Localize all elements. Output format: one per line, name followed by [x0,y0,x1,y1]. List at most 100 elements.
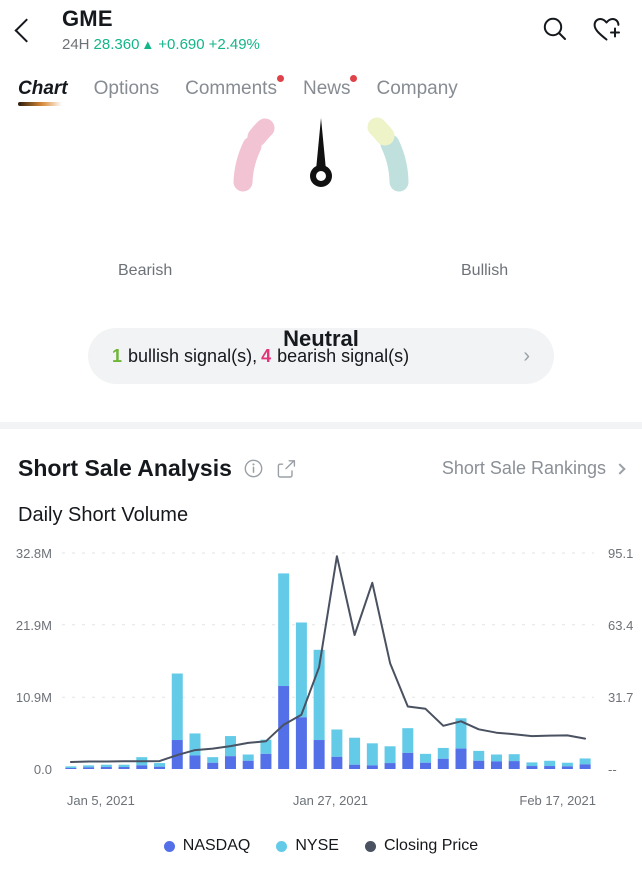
y-axis-left-tick: 32.8M [16,546,52,561]
gauge-arcs [233,117,409,192]
bar-segment-nasdaq [455,748,467,769]
bar-segment-nasdaq [260,753,272,769]
bar-segment-nyse [154,763,166,767]
x-tick-label: Jan 5, 2021 [66,793,135,808]
bar-segment-nasdaq [207,762,219,769]
short-sale-header: Short Sale Analysis Short Sale Rankings [0,429,642,482]
bar-segment-nasdaq [224,756,236,769]
bar-segment-nasdaq [402,752,414,769]
quote-change: +0.690 [158,36,205,53]
tab-chart[interactable]: Chart [18,78,68,106]
bar-segment-nasdaq [437,758,449,769]
closing-price-line [69,555,587,763]
quote-change-percent: +2.49% [208,36,260,53]
search-icon [543,17,566,40]
y-axis-right-tick: 31.7 [608,690,633,705]
chevron-left-icon [14,17,39,43]
bar-segment-nasdaq [331,756,343,769]
daily-short-volume-chart[interactable]: 32.8M 95.1 21.9M 63.4 10.9M 31.7 0.0 -- [0,541,642,791]
bar-segment-nasdaq [349,764,361,769]
bar-segment-nyse [561,762,573,767]
bar-segment-nyse [544,760,556,767]
bar-segment-nyse [526,762,538,767]
quote-period: 24H [62,36,90,53]
bar-segment-nasdaq [313,740,325,769]
gauge-bearish-label: Bearish [118,262,173,279]
bar-segment-nasdaq [420,762,432,769]
tab-company-label: Company [376,78,458,99]
notification-dot-icon [276,75,284,82]
heart-plus-icon [593,18,620,41]
bar-segment-nasdaq [189,755,201,769]
legend-item-nyse[interactable]: NYSE [276,837,339,855]
bar-segment-nyse [402,728,414,753]
legend-color-swatch [364,840,376,852]
tab-news[interactable]: News [303,75,358,106]
gauge-bearish-tip [247,118,275,147]
sentiment-gauge: Bearish Bullish Neutral [0,110,642,351]
x-tick-label: Feb 17, 2021 [519,793,596,808]
chevron-right-icon [614,462,626,475]
up-arrow-icon: ▲ [141,37,155,52]
bar-segment-nyse [100,764,112,768]
app-header: GME 24H 28.360 ▲ +0.690 +2.49% [0,0,642,62]
gauge-needle [316,118,326,170]
bar-segment-nasdaq [544,766,556,769]
bar-segment-nyse [207,757,219,763]
bar-segment-nyse [83,765,95,768]
bar-segment-nasdaq [136,765,148,769]
y-axis-left-tick: 10.9M [16,690,52,705]
tab-options[interactable]: Options [94,78,159,106]
x-tick-label: Jan 27, 2021 [292,793,369,808]
short-sale-title: Short Sale Analysis [18,455,232,481]
bar-segment-nyse [118,764,130,768]
tab-comments-label: Comments [185,78,277,99]
y-axis-left-tick: 21.9M [16,618,52,633]
notification-dot-icon [350,75,358,82]
bar-segment-nyse [331,729,343,757]
quote-line: 24H 28.360 ▲ +0.690 +2.49% [62,35,538,54]
bar-segment-nasdaq [473,760,485,769]
info-circle-icon [244,459,263,478]
page-title: GME [62,6,113,31]
tab-company[interactable]: Company [376,78,457,106]
bar-segment-nyse [384,746,396,764]
short-sale-rankings-link[interactable]: Short Sale Rankings [442,458,626,479]
gauge-bearish-segment [233,136,262,192]
chart-subtitle: Daily Short Volume [18,504,189,526]
chart-x-axis: Jan 5, 2021 Jan 27, 2021 Feb 17, 2021 [0,793,642,815]
gauge-bullish-tip [367,117,395,146]
tab-comments[interactable]: Comments [185,75,284,106]
bar-segment-nyse [278,573,290,687]
bar-segment-nasdaq [366,765,378,769]
bar-segment-nasdaq [65,768,77,769]
bar-segment-nasdaq [242,760,254,769]
y-axis-left-tick: 0.0 [34,762,52,777]
tab-bar: Chart Options Comments News Company [0,62,642,106]
gauge-verdict: Neutral [283,326,359,351]
bar-segment-nyse [366,743,378,766]
bar-segment-nyse [579,758,591,765]
chart-legend: NASDAQ NYSE Closing Price [0,837,642,855]
add-to-watchlist-button[interactable] [590,12,624,46]
back-button[interactable] [14,8,58,52]
header-actions [538,12,624,46]
bar-segment-nasdaq [490,761,502,769]
bar-segment-nasdaq [561,766,573,769]
bar-segment-nasdaq [508,761,520,769]
bar-segment-nasdaq [118,767,130,769]
info-button[interactable] [244,459,263,478]
tab-chart-label: Chart [18,78,68,99]
share-button[interactable] [277,459,296,479]
bar-segment-nyse [437,747,449,759]
y-axis-right-tick: 95.1 [608,546,633,561]
legend-item-closing-price[interactable]: Closing Price [364,837,478,855]
search-button[interactable] [538,12,572,46]
bar-segment-nyse [473,750,485,761]
bar-segment-nyse [420,753,432,763]
bar-segment-nyse [349,737,361,765]
legend-item-nasdaq[interactable]: NASDAQ [163,837,251,855]
legend-label: NASDAQ [182,837,251,854]
legend-label: NYSE [295,837,339,854]
